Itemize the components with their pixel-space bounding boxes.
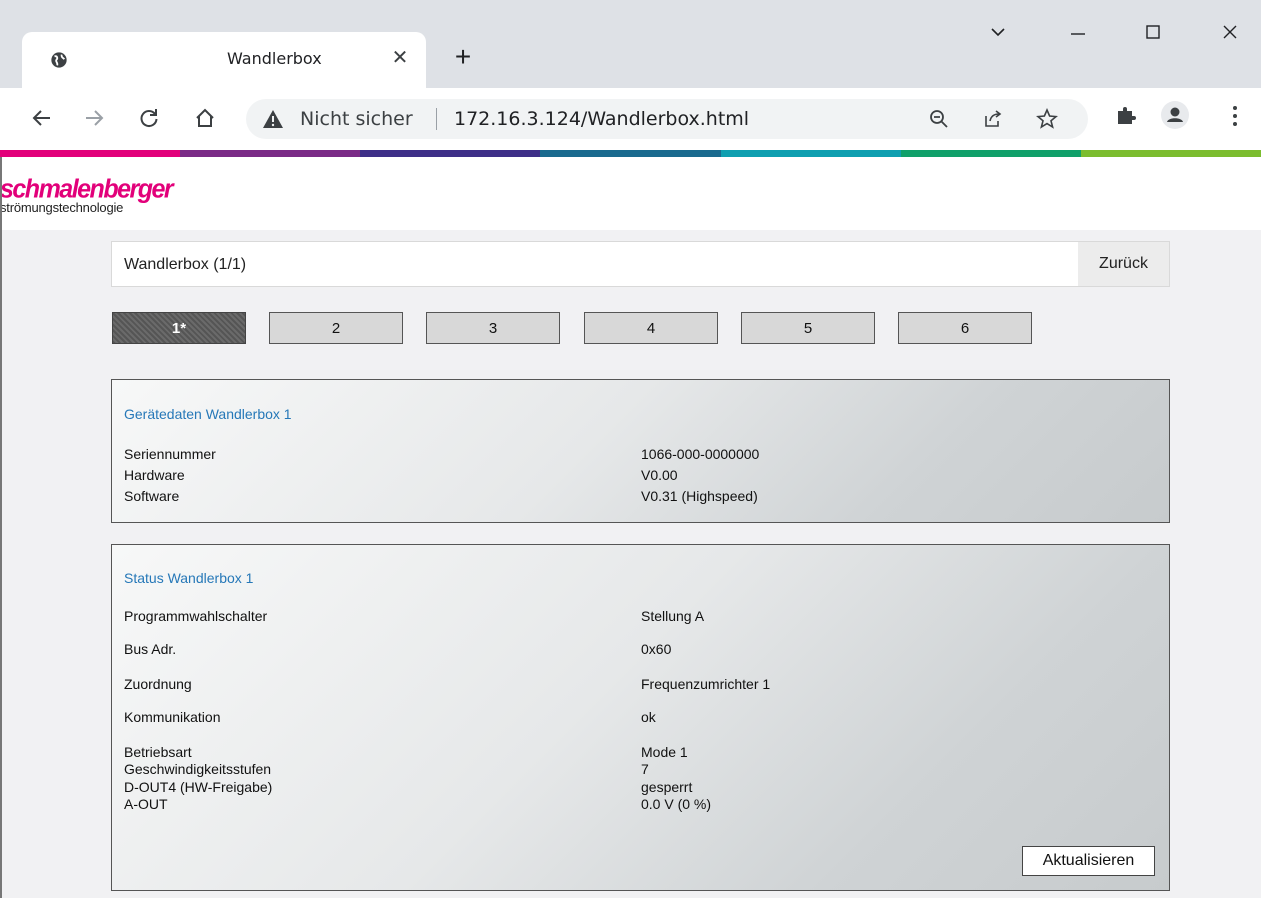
status-title: Status Wandlerbox 1 [124, 570, 254, 586]
logo-main: schmalenberger [0, 174, 174, 204]
globe-icon [51, 52, 67, 68]
bookmark-star-icon[interactable] [1036, 108, 1058, 130]
extensions-puzzle-icon[interactable] [1115, 104, 1137, 126]
tab-close-icon[interactable]: ✕ [386, 44, 414, 72]
aout-label: A-OUT [124, 796, 168, 812]
device-data-panel: Gerätedaten Wandlerbox 1 Seriennummer 10… [111, 379, 1170, 523]
url-text[interactable]: 172.16.3.124/Wandlerbox.html [454, 108, 749, 130]
page-titlebar: Wandlerbox (1/1) Zurück [111, 241, 1170, 287]
communication-label: Kommunikation [124, 709, 221, 725]
serial-label: Seriennummer [124, 446, 216, 462]
tab-device-1[interactable]: 1* [112, 312, 246, 344]
maximize-icon[interactable] [1133, 22, 1173, 58]
software-value: V0.31 (Highspeed) [641, 488, 758, 504]
hardware-label: Hardware [124, 467, 185, 483]
dout4-value: gesperrt [641, 779, 693, 795]
dout4-label: D-OUT4 (HW-Freigabe) [124, 779, 273, 795]
kebab-menu-icon[interactable] [1225, 103, 1245, 129]
back-arrow-icon[interactable] [26, 102, 58, 134]
color-segment [720, 150, 901, 157]
share-icon[interactable] [982, 108, 1004, 130]
address-bar[interactable]: Nicht sicher 172.16.3.124/Wandlerbox.htm… [246, 99, 1088, 139]
speed-levels-value: 7 [641, 761, 649, 777]
forward-arrow-icon[interactable] [78, 102, 110, 134]
tab-search-chevron-icon[interactable] [978, 22, 1018, 58]
assignment-value: Frequenzumrichter 1 [641, 676, 771, 692]
tab-title: Wandlerbox [227, 49, 322, 68]
speed-levels-label: Geschwindigkeitsstufen [124, 761, 272, 777]
assignment-label: Zuordnung [124, 676, 192, 692]
status-panel: Status Wandlerbox 1 Programmwahlschalter… [111, 544, 1170, 891]
minimize-icon[interactable] [1058, 22, 1098, 58]
browser-tab[interactable]: Wandlerbox ✕ [22, 32, 426, 88]
bus-address-label: Bus Adr. [124, 641, 177, 657]
color-segment [1080, 150, 1261, 157]
software-label: Software [124, 488, 180, 504]
refresh-button[interactable]: Aktualisieren [1022, 846, 1155, 876]
tab-device-4[interactable]: 4 [584, 312, 718, 344]
reload-icon[interactable] [133, 102, 165, 134]
address-separator [436, 108, 437, 130]
operating-mode-value: Mode 1 [641, 744, 688, 760]
tab-device-6[interactable]: 6 [898, 312, 1032, 344]
color-segment [180, 150, 361, 157]
program-switch-label: Programmwahlschalter [124, 608, 268, 624]
company-logo: schmalenberger strömungstechnologie [0, 174, 174, 215]
zoom-out-icon[interactable] [928, 108, 950, 130]
hardware-value: V0.00 [641, 467, 678, 483]
warning-icon[interactable] [262, 109, 284, 129]
tab-device-2[interactable]: 2 [269, 312, 403, 344]
tab-device-3[interactable]: 3 [426, 312, 560, 344]
browser-tabstrip: Wandlerbox ✕ + [0, 0, 1261, 88]
back-button[interactable]: Zurück [1078, 242, 1169, 286]
window-close-icon[interactable] [1210, 22, 1250, 58]
brand-color-bar [0, 150, 1261, 157]
window-left-edge [0, 157, 2, 898]
page-title: Wandlerbox (1/1) [124, 256, 247, 273]
bus-address-value: 0x60 [641, 641, 672, 657]
serial-value: 1066-000-0000000 [641, 446, 760, 462]
home-icon[interactable] [189, 102, 221, 134]
communication-value: ok [641, 709, 656, 725]
not-secure-label[interactable]: Nicht sicher [300, 108, 413, 130]
device-data-title: Gerätedaten Wandlerbox 1 [124, 406, 292, 422]
page-header: schmalenberger strömungstechnologie [0, 157, 1261, 230]
tab-device-5[interactable]: 5 [741, 312, 875, 344]
color-segment [540, 150, 721, 157]
new-tab-button[interactable]: + [448, 42, 478, 72]
program-switch-value: Stellung A [641, 608, 705, 624]
color-segment [900, 150, 1081, 157]
operating-mode-label: Betriebsart [124, 744, 192, 760]
profile-avatar[interactable] [1161, 101, 1189, 129]
aout-value: 0.0 V (0 %) [641, 796, 712, 812]
color-segment [360, 150, 541, 157]
color-segment [0, 150, 181, 157]
browser-toolbar: Nicht sicher 172.16.3.124/Wandlerbox.htm… [0, 88, 1261, 150]
